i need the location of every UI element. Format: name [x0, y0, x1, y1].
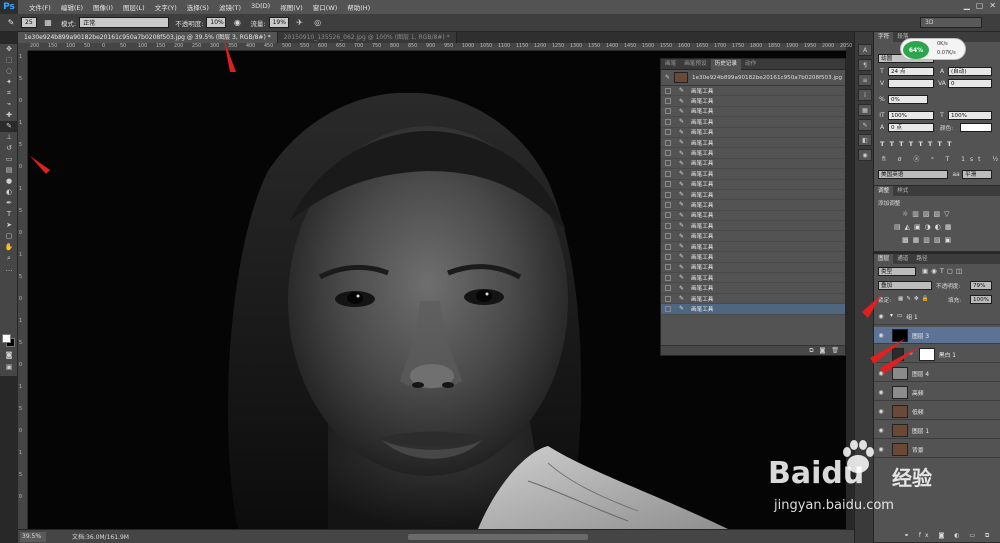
baidu-watermark: Baidu 经验 jingyan.baidu.com — [768, 436, 978, 526]
watermark-url: jingyan.baidu.com — [774, 498, 894, 513]
baidu-paw-icon — [838, 438, 878, 478]
photoshop-window: Ps 文件(F) 编辑(E) 图像(I) 图层(L) 文字(Y) 选择(S) 滤镜(T) 3D… — [0, 0, 1000, 543]
red-arrow-blend — [862, 294, 882, 318]
watermark-brand-cn: 经验 — [892, 466, 932, 490]
foreground-color-swatch[interactable] — [2, 334, 11, 343]
red-arrow-tab — [224, 40, 236, 72]
red-arrow-brush — [30, 156, 50, 174]
